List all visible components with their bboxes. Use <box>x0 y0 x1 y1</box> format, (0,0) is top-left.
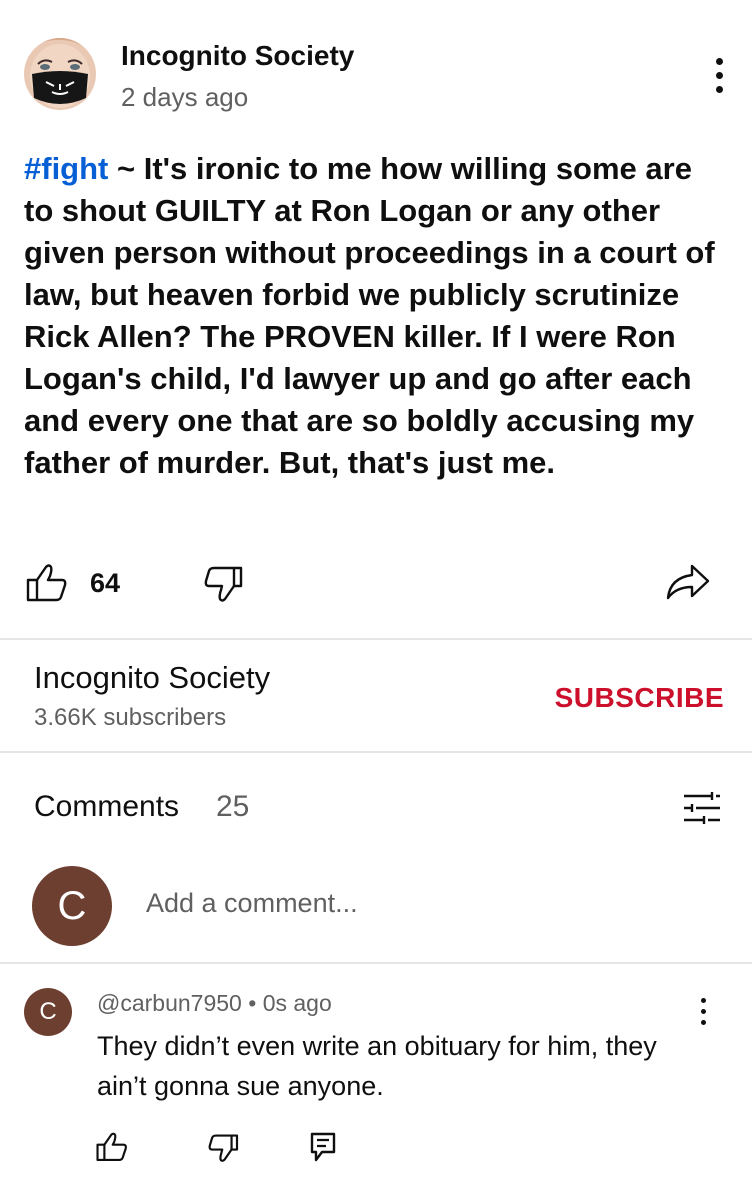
comments-label: Comments <box>34 790 180 823</box>
user-avatar: C <box>32 866 112 946</box>
post-timestamp: 2 days ago <box>121 82 249 112</box>
post-channel-name[interactable]: Incognito Society <box>121 40 354 72</box>
post-header: Incognito Society 2 days ago <box>24 38 734 118</box>
reply-comment-icon[interactable] <box>310 1132 340 1166</box>
comments-count: 25 <box>216 790 250 823</box>
channel-avatar-image <box>24 38 96 110</box>
hashtag-link[interactable]: #fight <box>24 151 108 186</box>
add-comment-row: C Add a comment... <box>32 866 722 946</box>
comment-author[interactable]: @carbun7950 <box>97 990 242 1016</box>
subscribe-button[interactable]: SUBSCRIBE <box>555 682 724 714</box>
comment-thumbs-down-icon[interactable] <box>208 1134 240 1166</box>
like-count: 64 <box>90 568 121 598</box>
divider <box>0 638 752 640</box>
comment-author-avatar[interactable]: C <box>24 988 72 1036</box>
comment-options-icon[interactable] <box>698 998 710 1028</box>
divider <box>0 751 752 753</box>
comment-thumbs-up-icon[interactable] <box>96 1132 130 1166</box>
post-actions: 64 <box>24 560 724 608</box>
share-arrow-icon[interactable] <box>666 564 712 604</box>
thumbs-down-icon[interactable] <box>204 566 244 606</box>
comment-actions <box>96 1132 356 1168</box>
add-comment-input[interactable]: Add a comment... <box>146 888 358 919</box>
sliders-icon[interactable] <box>682 790 724 828</box>
divider <box>0 962 752 964</box>
comments-header: Comments 25 <box>34 790 724 830</box>
channel-info: Incognito Society 3.66K subscribers SUBS… <box>34 660 724 740</box>
comment-meta: @carbun7950 • 0s ago <box>97 990 332 1017</box>
channel-title[interactable]: Incognito Society <box>34 660 270 696</box>
post-text: #fight ~ It's ironic to me how willing s… <box>24 148 729 484</box>
comment-item: C @carbun7950 • 0s ago They didn’t even … <box>24 988 724 1118</box>
meta-separator: • <box>248 990 257 1016</box>
thumbs-up-icon[interactable] <box>26 564 70 604</box>
more-options-icon[interactable] <box>712 58 726 94</box>
post-body-text: ~ It's ironic to me how willing some are… <box>24 151 715 480</box>
channel-avatar[interactable] <box>24 38 96 110</box>
subscriber-count: 3.66K subscribers <box>34 704 227 731</box>
comment-text: They didn’t even write an obituary for h… <box>97 1031 657 1101</box>
comment-time: 0s ago <box>262 990 332 1016</box>
